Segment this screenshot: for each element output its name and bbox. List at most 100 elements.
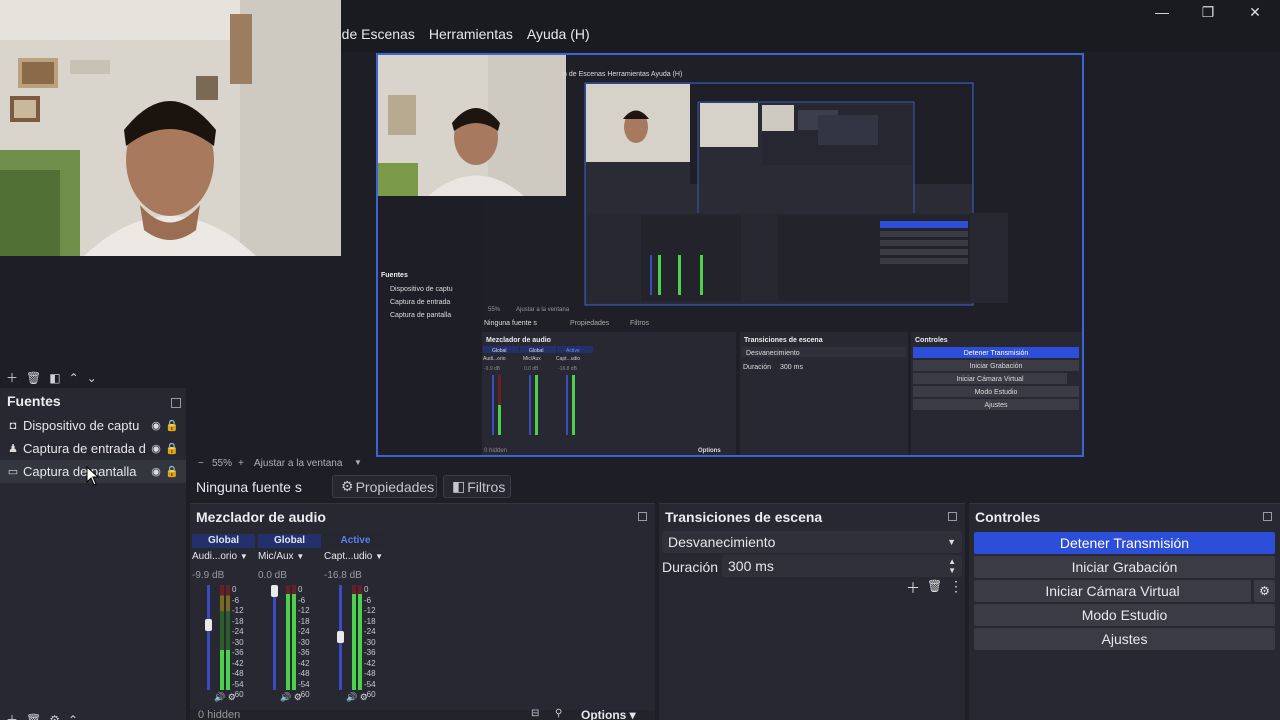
- undock-icon[interactable]: [638, 512, 647, 521]
- fader-knob[interactable]: [271, 585, 278, 597]
- webcam-overlay: [0, 0, 341, 256]
- mute-icon[interactable]: 🔊 ⚙: [280, 692, 302, 703]
- webcam-image: [0, 0, 341, 256]
- minimize-button[interactable]: —: [1139, 0, 1185, 24]
- nested-duration-value: 300 ms: [780, 364, 803, 371]
- spinner-icon[interactable]: ▲ ▼: [948, 557, 956, 575]
- menu-scene-collection[interactable]: n de Escenas: [330, 24, 415, 44]
- channel-tag: Global: [192, 534, 255, 548]
- nested-transition: Desvanecimiento: [746, 350, 800, 357]
- nested-mixer-tag-1: Global: [492, 348, 506, 354]
- gear-icon: ⚙: [341, 478, 354, 494]
- transition-select[interactable]: Desvanecimiento ▼: [662, 531, 962, 553]
- mouse-cursor-icon: [86, 466, 100, 486]
- undock-icon[interactable]: [948, 512, 957, 521]
- properties-button[interactable]: ⚙ Propiedades: [332, 475, 437, 498]
- transitions-panel: Transiciones de escena Desvanecimiento ▼…: [659, 503, 965, 720]
- stop-streaming-button[interactable]: Detener Transmisión: [974, 532, 1275, 554]
- lock-icon[interactable]: 🔒: [164, 465, 180, 478]
- maximize-button[interactable]: ❐: [1185, 0, 1231, 24]
- zoom-in-icon[interactable]: +: [238, 458, 244, 469]
- meter-bar-right: [358, 585, 362, 690]
- nested-filters: Filtros: [630, 320, 650, 327]
- channel-name[interactable]: Capt...udio ▼: [324, 551, 387, 562]
- source-settings-icon[interactable]: ⚙: [49, 713, 60, 720]
- volume-meter: 0 -6 -12 -18 -24 -30 -36 -42 -48 -54 -60: [324, 585, 387, 699]
- source-item[interactable]: ◘ Dispositivo de captu ◉ 🔒: [0, 414, 186, 437]
- more-options-icon[interactable]: ⋮: [949, 578, 963, 595]
- lock-icon[interactable]: 🔒: [164, 442, 180, 455]
- filters-label: Filtros: [467, 478, 506, 495]
- mixer-link-icon[interactable]: ⚲: [555, 708, 562, 719]
- duration-input[interactable]: 300 ms ▲ ▼: [722, 555, 962, 577]
- options-button[interactable]: Options ▾: [581, 708, 636, 720]
- fader-track[interactable]: [273, 585, 276, 690]
- menu-bar: n de Escenas Herramientas Ayuda (H): [330, 24, 590, 44]
- mixer-layout-icon[interactable]: ⊟: [531, 708, 539, 719]
- delete-transition-icon[interactable]: 🗑: [927, 579, 942, 593]
- mute-icon[interactable]: 🔊 ⚙: [214, 692, 236, 703]
- meter-bar-left: [220, 585, 224, 690]
- fader-knob[interactable]: [337, 631, 344, 643]
- preview-canvas[interactable]: n de Escenas Herramientas Ayuda (H) Fuen…: [376, 53, 1084, 457]
- nested-mixer-db-1: -9.9 dB: [484, 366, 501, 372]
- filter-icon: ◧: [452, 478, 466, 494]
- lock-icon[interactable]: 🔒: [164, 419, 180, 432]
- move-up-icon[interactable]: ⌃: [68, 713, 78, 720]
- source-item[interactable]: ♟ Captura de entrada d ◉ 🔒: [0, 437, 186, 460]
- scenes-toolbar: ＋ 🗑 ◧ ⌃ ⌄: [6, 369, 97, 386]
- mute-icon[interactable]: 🔊 ⚙: [346, 692, 368, 703]
- scenes-panel: [0, 256, 186, 367]
- undock-icon[interactable]: [1263, 512, 1272, 521]
- minimize-icon: —: [1155, 4, 1169, 20]
- zoom-out-icon[interactable]: −: [198, 458, 204, 469]
- add-scene-icon[interactable]: ＋: [6, 369, 18, 386]
- fader-track[interactable]: [207, 585, 210, 690]
- fader-knob[interactable]: [205, 619, 212, 631]
- virtual-camera-settings-button[interactable]: ⚙: [1254, 580, 1275, 602]
- controls-title: Controles: [975, 509, 1041, 525]
- volume-meter: 0 -6 -12 -18 -24 -30 -36 -42 -48 -54 -60: [258, 585, 321, 699]
- fit-to-window[interactable]: Ajustar a la ventana: [254, 458, 342, 469]
- visibility-icon[interactable]: ◉: [148, 442, 164, 455]
- channel-name[interactable]: Audi...orio ▼: [192, 551, 255, 562]
- visibility-icon[interactable]: ◉: [148, 465, 164, 478]
- menu-help[interactable]: Ayuda (H): [527, 24, 590, 44]
- meter-scale: 0 -6 -12 -18 -24 -30 -36 -42 -48 -54 -60: [364, 585, 376, 699]
- move-up-icon[interactable]: ⌃: [69, 371, 79, 385]
- nested-options: Options: [698, 448, 721, 454]
- menu-tools[interactable]: Herramientas: [429, 24, 513, 44]
- add-source-icon[interactable]: ＋: [6, 711, 18, 720]
- nested-mixer-title: Mezclador de audio: [486, 337, 551, 344]
- scene-filters-icon[interactable]: ◧: [49, 371, 60, 385]
- nested-duration-label: Duración: [743, 364, 771, 371]
- sources-title: Fuentes: [7, 393, 61, 409]
- move-down-icon[interactable]: ⌄: [87, 371, 97, 385]
- nested-menu-text: n de Escenas Herramientas Ayuda (H): [563, 71, 682, 78]
- start-recording-button[interactable]: Iniciar Grabación: [974, 556, 1275, 578]
- mixer-channel: Global Mic/Aux ▼ 0.0 dB 0 -6 -12 -18 -24 -30-…: [258, 534, 321, 702]
- meter-level: [358, 594, 362, 690]
- filters-button[interactable]: ◧ Filtros: [443, 475, 511, 498]
- meter-level: [220, 650, 224, 690]
- properties-label: Propiedades: [355, 478, 435, 495]
- add-transition-icon[interactable]: ＋: [906, 578, 920, 598]
- start-virtual-camera-button[interactable]: Iniciar Cámara Virtual: [974, 580, 1251, 602]
- nested-control-3: Iniciar Cámara Virtual: [956, 376, 1024, 383]
- meter-bar-right: [226, 585, 230, 690]
- delete-source-icon[interactable]: 🗑: [26, 713, 41, 720]
- close-button[interactable]: ✕: [1232, 0, 1278, 24]
- delete-scene-icon[interactable]: 🗑: [26, 371, 41, 385]
- visibility-icon[interactable]: ◉: [148, 419, 164, 432]
- monitor-icon: ▭: [7, 466, 19, 478]
- settings-button[interactable]: Ajustes: [974, 628, 1275, 650]
- studio-mode-button[interactable]: Modo Estudio: [974, 604, 1275, 626]
- transitions-title: Transiciones de escena: [665, 509, 823, 525]
- undock-icon[interactable]: [171, 398, 181, 408]
- controls-panel: Controles Detener Transmisión Iniciar Gr…: [969, 503, 1280, 720]
- fit-dropdown-icon[interactable]: ▼: [354, 458, 362, 467]
- channel-name[interactable]: Mic/Aux ▼: [258, 551, 321, 562]
- move-down-icon[interactable]: ⌄: [86, 713, 96, 720]
- nested-controls-title: Controles: [915, 337, 948, 344]
- hidden-count[interactable]: 0 hidden: [198, 709, 240, 720]
